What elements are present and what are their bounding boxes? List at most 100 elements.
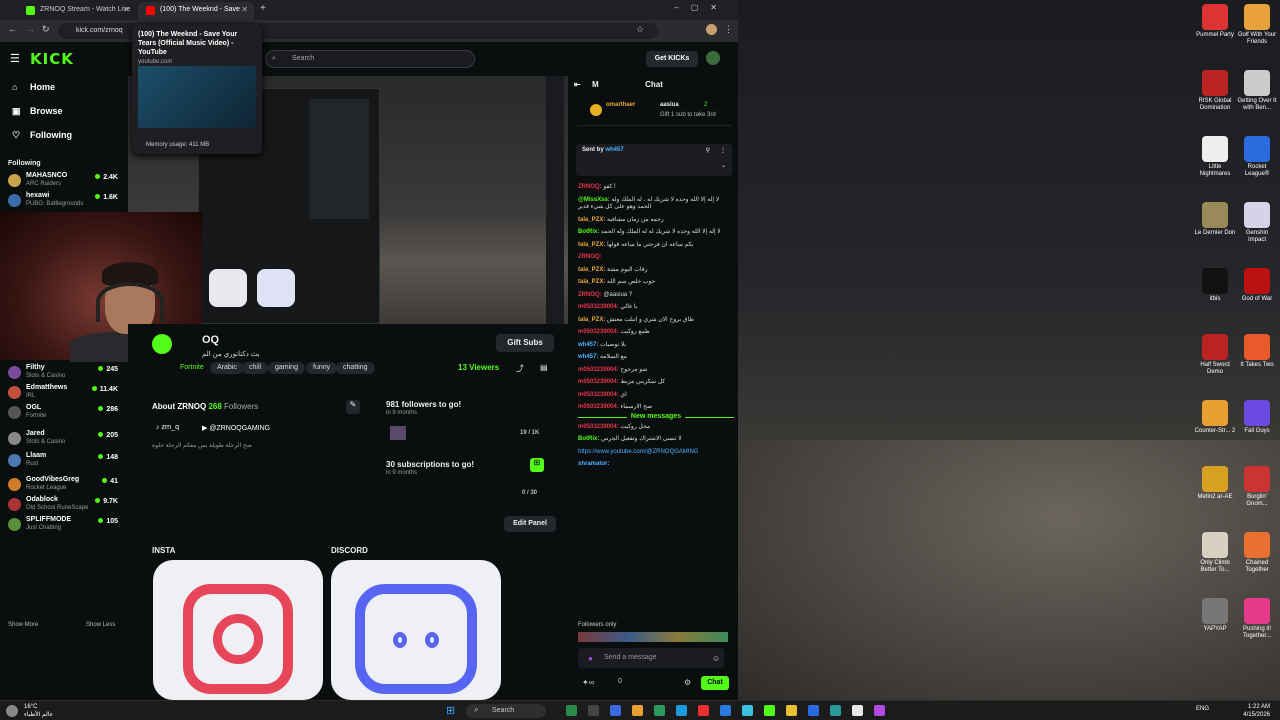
settings-gear-icon[interactable]: ⚙ (684, 678, 691, 687)
chat-message[interactable]: m0503239004: شو مرحوح (578, 367, 734, 375)
chat-message[interactable]: tala_PZX: خوب خلص سم الله (578, 279, 734, 287)
taskbar-app-icon[interactable] (588, 705, 599, 716)
taskbar-app-icon[interactable] (874, 705, 885, 716)
chat-username[interactable]: m0503239004: (578, 379, 620, 385)
taskbar-app-icon[interactable] (676, 705, 687, 716)
chat-username[interactable]: ZRNOQ: (578, 292, 603, 298)
chat-message[interactable]: https://www.youtube.com/@ZRNOQGAMING (578, 449, 734, 457)
taskbar-app-icon[interactable] (566, 705, 577, 716)
back-icon[interactable]: ← (8, 24, 17, 34)
show-less-link[interactable]: Show Less (86, 622, 115, 628)
chat-message[interactable]: BotRix: لا تنسى الاشتراك وتفعيل الجرس (578, 436, 734, 444)
following-channel[interactable]: hexawi PUBG: Battlegrounds 1.6K (8, 192, 120, 212)
tab-youtube[interactable]: (100) The Weeknd - Save Your ✕ (138, 2, 254, 29)
emote-bar[interactable] (578, 632, 728, 642)
chat-username[interactable]: tala_PZX: (578, 279, 607, 285)
forward-icon[interactable]: → (26, 24, 35, 34)
points-icon[interactable]: ✦∞ (582, 678, 594, 687)
close-tab-icon[interactable]: ✕ (241, 2, 248, 18)
desktop-shortcut[interactable]: It Takes Two (1236, 334, 1278, 369)
desktop-shortcut[interactable]: YAPYAP (1194, 598, 1236, 633)
taskbar-app-icon[interactable] (720, 705, 731, 716)
tag-arabic[interactable]: Arabic (210, 362, 244, 374)
discord-panel[interactable] (331, 560, 501, 700)
chat-username[interactable]: BotRix: (578, 229, 601, 235)
taskbar-app-icon[interactable] (698, 705, 709, 716)
weather-widget[interactable]: 16°C عالم الأطباء (24, 703, 53, 719)
desktop-shortcut[interactable]: Pummel Party (1194, 4, 1236, 39)
pin-icon[interactable]: ⚲ (706, 147, 710, 154)
following-channel[interactable]: OGL Fortnite 286 (8, 404, 120, 424)
chat-message[interactable]: ZRNOQ: كفو ! (578, 184, 734, 192)
desktop-shortcut[interactable]: Getting Over It with Ben... (1236, 70, 1278, 112)
chat-message[interactable]: shramator: (578, 461, 734, 469)
chat-username[interactable]: ZRNOQ: (578, 254, 602, 260)
chat-message[interactable]: wh457: مع السلامه (578, 354, 734, 362)
tab-kick[interactable]: ZRNOQ Stream - Watch Live o ✕ (18, 2, 136, 29)
following-channel[interactable]: Llaam Rust 148 (8, 452, 120, 472)
language-indicator[interactable]: ENG (1196, 706, 1209, 712)
nav-browse[interactable]: ▣ Browse (12, 106, 63, 117)
tag-funny[interactable]: funny (306, 362, 338, 374)
get-kicks-button[interactable]: Get KICKs (646, 51, 698, 67)
weather-icon[interactable] (6, 705, 18, 717)
taskbar-app-icon[interactable] (852, 705, 863, 716)
chat-username[interactable]: shramator: (578, 461, 609, 467)
nav-home[interactable]: ⌂ Home (12, 82, 55, 92)
chat-username[interactable]: @MissXss: (578, 197, 612, 203)
chat-username[interactable]: m0503239004: (578, 392, 620, 398)
chat-message[interactable]: ZRNOQ: (578, 254, 734, 262)
chevron-down-icon[interactable]: ⌄ (721, 162, 726, 169)
desktop-shortcut[interactable]: Rocket League® (1236, 136, 1278, 178)
close-tab-icon[interactable]: ✕ (123, 2, 130, 18)
chat-input[interactable]: Send a message (578, 648, 724, 668)
desktop-shortcut[interactable]: God of War (1236, 268, 1278, 303)
menu-dots-icon[interactable]: ⋮ (724, 24, 733, 35)
tiktok-link[interactable]: ♪ zrn_q (156, 424, 179, 431)
tag-chill[interactable]: chill (242, 362, 269, 374)
chat-username[interactable]: tala_PZX: (578, 267, 607, 273)
chat-username[interactable]: m0503239004: (578, 424, 620, 430)
desktop-shortcut[interactable]: Chained Together (1236, 532, 1278, 574)
search-input[interactable]: Search (265, 50, 475, 68)
following-channel[interactable]: SPLIFFMODE Just Chatting 105 (8, 516, 120, 536)
desktop-shortcut[interactable]: Half Sword Demo (1194, 334, 1236, 376)
chat-username[interactable]: wh457: (578, 354, 600, 360)
taskbar-app-icon[interactable] (742, 705, 753, 716)
desktop-shortcut[interactable]: Burglin' Gnom... (1236, 466, 1278, 508)
desktop-shortcut[interactable]: Metin2 ar-AE (1194, 466, 1236, 501)
taskbar-app-icon[interactable] (830, 705, 841, 716)
chat-username[interactable]: wh457: (578, 342, 600, 348)
user-avatar[interactable] (706, 51, 720, 65)
chat-message[interactable]: ZRNOQ: @aasiua ? (578, 292, 734, 300)
taskbar-app-icon[interactable] (764, 705, 775, 716)
collapse-chat-icon[interactable]: ⇤ (574, 76, 581, 94)
chat-message[interactable]: BotRix: لا إله إلا الله وحده لا شريك له … (578, 229, 734, 237)
chat-message[interactable]: m0503239004: يا غالي (578, 304, 734, 312)
youtube-link[interactable]: ▶ @ZRNOQGAMING (202, 424, 270, 432)
window-controls[interactable]: –▢✕ (674, 3, 729, 12)
emoji-icon[interactable]: ☺ (712, 654, 720, 663)
theater-icon[interactable]: ▤ (540, 363, 548, 372)
desktop-shortcut[interactable]: itbis (1194, 268, 1236, 303)
show-more-link[interactable]: Show More (8, 622, 38, 628)
edit-panel-button[interactable]: Edit Panel (504, 516, 556, 532)
profile-avatar[interactable] (706, 24, 717, 35)
following-channel[interactable]: Jared Slots & Casino 205 (8, 430, 120, 450)
tag-chatting[interactable]: chatting (336, 362, 375, 374)
hamburger-icon[interactable]: ☰ (10, 52, 20, 65)
following-channel[interactable]: GoodVibesGreg Rocket League 41 (8, 476, 120, 496)
send-chat-button[interactable]: Chat (701, 676, 729, 690)
mod-icon[interactable]: M (592, 76, 599, 94)
stream-category[interactable]: Fortnite (180, 364, 204, 371)
following-channel[interactable]: Edmatthews IRL 11.4K (8, 384, 120, 404)
following-channel[interactable]: Filthy Slots & Casino 245 (8, 364, 120, 384)
tag-gaming[interactable]: gaming (268, 362, 305, 374)
desktop-shortcut[interactable]: Genshin Impact (1236, 202, 1278, 244)
chat-message[interactable]: tala_PZX: طاق بروح الان شري و اتبلت معتش (578, 317, 734, 325)
windows-start-icon[interactable]: ⊞ (446, 704, 455, 717)
chat-message[interactable]: tala_PZX: رحمه من زمان مشافيه (578, 217, 734, 225)
desktop-shortcut[interactable]: Golf With Your Friends (1236, 4, 1278, 46)
chat-message[interactable]: tala_PZX: بكم ساعه ان فرحتي ما ساعه قوله… (578, 242, 734, 250)
following-channel[interactable]: MAHASNCO ARC Raiders 2.4K (8, 172, 120, 192)
